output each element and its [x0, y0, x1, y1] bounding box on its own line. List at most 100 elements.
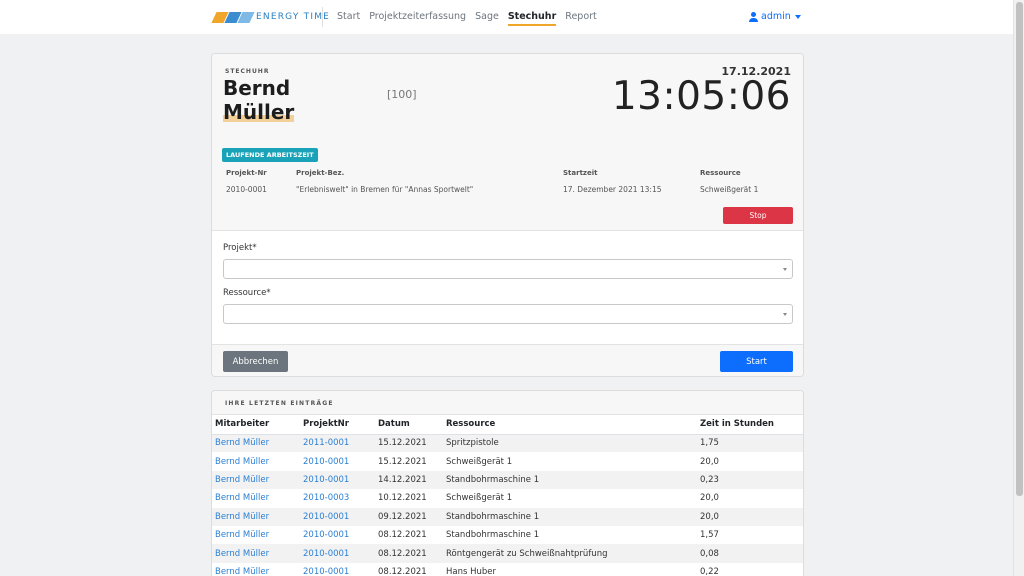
cell-datum: 15.12.2021	[378, 456, 427, 467]
recent-entries-table: Mitarbeiter ProjektNr Datum Ressource Ze…	[212, 415, 803, 576]
energy-time-logo-icon	[211, 11, 255, 23]
cell-datum: 15.12.2021	[375, 434, 443, 453]
nav-link-sage[interactable]: Sage	[475, 11, 499, 22]
table-row: Bernd Müller 2011-0001 15.12.2021 Spritzpis…	[212, 434, 803, 453]
cell-zeit: 1,75	[697, 434, 803, 453]
employee-name: Bernd Müller	[223, 76, 295, 124]
table-header-row: Mitarbeiter ProjektNr Datum Ressource Ze…	[212, 415, 803, 435]
nav-link-stechuhr[interactable]: Stechuhr	[507, 11, 557, 26]
cell-projektnr: 2010-0001	[300, 526, 375, 544]
running-header-ressource: Ressource	[700, 169, 741, 177]
project-link[interactable]: 2010-0001	[303, 530, 349, 540]
cell-ressource: Standbohrmaschine 1	[443, 507, 697, 526]
cell-ressource: Standbohrmaschine 1	[443, 470, 697, 490]
table-row: Bernd Müller 2010-0001 15.12.2021 Schweißge…	[212, 452, 803, 470]
nav-link-report[interactable]: Report	[565, 11, 597, 22]
table-row: Bernd Müller 2010-0003 10.12.2021 Schweißge…	[212, 489, 803, 507]
nav-links: Start Projektzeiterfassung Sage Stechuhr…	[337, 11, 606, 26]
cell-datum: 09.12.2021	[375, 507, 443, 526]
table-row: Bernd Müller 2010-0001 08.12.2021 Standbohr…	[212, 526, 803, 544]
cell-datum: 08.12.2021	[375, 544, 443, 563]
table-row: Bernd Müller 2010-0001 08.12.2021 Röntgenge…	[212, 544, 803, 563]
brand-name: ENERGY TIME	[256, 12, 331, 22]
cell-zeit: 20,0	[697, 507, 803, 526]
column-header-datum: Datum	[375, 415, 443, 435]
scrollbar-thumb[interactable]	[1016, 2, 1023, 496]
cell-projektnr: 2010-0001	[300, 544, 375, 563]
cell-zeit: 0,22	[700, 566, 719, 576]
clock-card-footer: Abbrechen Start	[212, 344, 803, 376]
cell-mitarbeiter: Bernd Müller	[212, 452, 300, 470]
cell-mitarbeiter: Bernd Müller	[212, 544, 300, 563]
cell-projektnr: 2010-0001	[300, 507, 375, 526]
cancel-button[interactable]: Abbrechen	[223, 351, 288, 372]
project-link[interactable]: 2011-0001	[303, 438, 349, 448]
table-row: Bernd Müller 2010-0001 08.12.2021 Hans Hube…	[212, 563, 803, 576]
cell-projektnr: 2010-0001	[300, 563, 375, 576]
time-clock-card: STECHUHR Bernd Müller [100] 17.12.2021 1…	[211, 53, 804, 377]
cell-ressource: Spritzpistole	[443, 434, 697, 453]
project-link[interactable]: 2010-0001	[303, 567, 349, 576]
cell-zeit: 0,23	[697, 470, 803, 490]
project-select[interactable]	[223, 259, 793, 279]
running-header-projekt-nr: Projekt-Nr	[226, 169, 267, 177]
current-time: 13:05:06	[611, 74, 791, 119]
column-header-mitarbeiter: Mitarbeiter	[212, 415, 300, 435]
cell-mitarbeiter: Bernd Müller	[212, 563, 300, 576]
employee-link[interactable]: Bernd Müller	[215, 567, 269, 576]
page-scrollbar[interactable]	[1013, 0, 1024, 576]
running-startzeit: 17. Dezember 2021 13:15	[563, 185, 662, 194]
nav-link-start[interactable]: Start	[337, 11, 360, 22]
card-eyebrow: STECHUHR	[225, 68, 270, 75]
project-label: Projekt*	[223, 243, 257, 253]
caret-down-icon	[794, 14, 801, 19]
cell-projektnr: 2010-0001	[300, 452, 375, 470]
recent-entries-title: IHRE LETZTEN EINTRÄGE	[225, 400, 334, 407]
employee-link[interactable]: Bernd Müller	[215, 438, 269, 448]
table-row: Bernd Müller 2010-0001 14.12.2021 Standbohr…	[212, 470, 803, 490]
cell-ressource: Röntgengerät zu Schweißnahtprüfung	[443, 544, 697, 563]
table-row: Bernd Müller 2010-0001 09.12.2021 Standbohr…	[212, 507, 803, 526]
recent-entries-header: IHRE LETZTEN EINTRÄGE	[212, 391, 803, 415]
clock-card-header: STECHUHR Bernd Müller [100] 17.12.2021 1…	[212, 54, 803, 231]
nav-link-projektzeiterfassung[interactable]: Projektzeiterfassung	[369, 11, 466, 22]
employee-link[interactable]: Bernd Müller	[215, 512, 269, 522]
project-link[interactable]: 2010-0001	[303, 457, 349, 467]
user-name: admin	[761, 11, 791, 22]
cell-ressource: Standbohrmaschine 1	[446, 530, 540, 541]
cell-datum: 08.12.2021	[378, 530, 427, 541]
project-link[interactable]: 2010-0001	[303, 512, 349, 522]
cell-zeit: 1,57	[700, 530, 719, 541]
resource-select[interactable]	[223, 304, 793, 324]
cell-zeit: 0,08	[697, 544, 803, 563]
cell-mitarbeiter: Bernd Müller	[212, 434, 300, 453]
employee-link[interactable]: Bernd Müller	[215, 475, 269, 485]
cell-ressource: Schweißgerät 1	[446, 493, 513, 504]
project-link[interactable]: 2010-0001	[303, 549, 349, 559]
cell-ressource: Hans Huber	[446, 566, 497, 576]
start-button[interactable]: Start	[720, 351, 793, 372]
running-ressource: Schweißgerät 1	[700, 185, 759, 194]
cell-projektnr: 2011-0001	[300, 434, 375, 453]
brand-logo[interactable]: ENERGY TIME	[211, 9, 331, 25]
user-menu[interactable]: admin	[749, 11, 801, 22]
cell-datum: 14.12.2021	[375, 470, 443, 490]
cell-zeit: 20,0	[700, 493, 719, 504]
employee-link[interactable]: Bernd Müller	[215, 493, 269, 503]
project-link[interactable]: 2010-0001	[303, 475, 349, 485]
running-header-startzeit: Startzeit	[563, 169, 598, 177]
employee-link[interactable]: Bernd Müller	[215, 549, 269, 559]
select-arrow-icon	[783, 313, 787, 316]
cell-datum: 08.12.2021	[378, 566, 427, 576]
stop-button[interactable]: Stop	[723, 207, 793, 224]
recent-entries-card: IHRE LETZTEN EINTRÄGE Mitarbeiter Projek…	[211, 390, 804, 576]
cell-datum: 10.12.2021	[378, 493, 427, 504]
cell-projektnr: 2010-0003	[300, 489, 375, 507]
employee-link[interactable]: Bernd Müller	[215, 457, 269, 467]
cell-mitarbeiter: Bernd Müller	[212, 507, 300, 526]
cell-mitarbeiter: Bernd Müller	[212, 489, 300, 507]
cell-mitarbeiter: Bernd Müller	[212, 526, 300, 544]
project-link[interactable]: 2010-0003	[303, 493, 349, 503]
employee-link[interactable]: Bernd Müller	[215, 530, 269, 540]
column-header-projektnr: ProjektNr	[300, 415, 375, 435]
